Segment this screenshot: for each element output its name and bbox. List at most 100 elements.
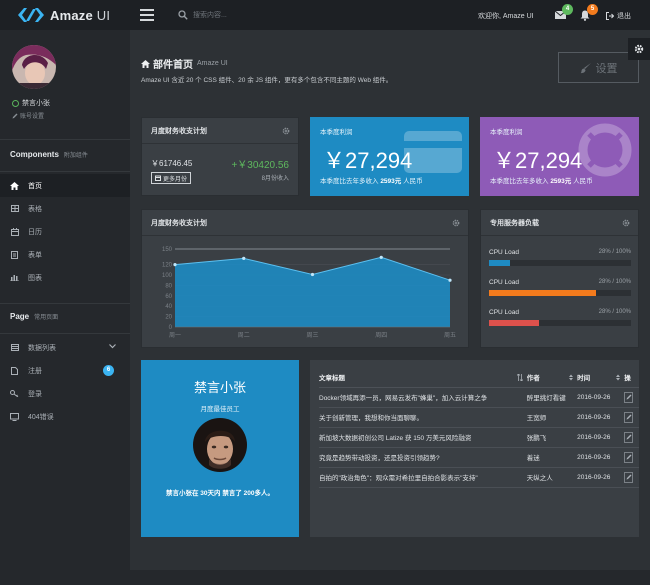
article-title-cell: 关于创新管理，我想和你当面聊聊。: [319, 407, 527, 428]
data-point: [448, 278, 452, 282]
article-title-cell: 自拍的"政治角色"：观众需对希拉里自拍合影表示"支持": [319, 467, 527, 488]
sidebar-item-chart[interactable]: 图表: [0, 266, 130, 289]
data-point: [173, 263, 177, 267]
menu-toggle-icon[interactable]: [140, 9, 154, 21]
table-row[interactable]: 究竟是趋势带动投资，还是投资引领趋势? 着迷 2016-09-26: [319, 447, 639, 468]
article-author-cell: 醉里挑灯看键: [526, 387, 578, 408]
profile-name: 禁言小张: [193, 380, 246, 395]
y-tick-label: 0: [169, 325, 173, 331]
article-actions-cell: [624, 407, 639, 428]
column-header-author[interactable]: 作者: [526, 367, 578, 388]
sort-icon: [516, 374, 523, 381]
gear-icon[interactable]: [282, 127, 290, 135]
logout-button[interactable]: 退出: [606, 11, 631, 21]
cpu-load-row: CPU Load 28% / 100%: [489, 279, 631, 296]
mail-button[interactable]: 4: [554, 4, 573, 21]
table-row[interactable]: 新加坡大数据初创公司 Latize 获 150 万美元风险融资 张鹏飞 2016-0…: [319, 427, 639, 448]
y-tick-label: 20: [165, 315, 172, 321]
article-actions-cell: [624, 427, 639, 448]
finance-panel-title: 月度财务收支计划: [142, 118, 298, 144]
edit-button[interactable]: [624, 391, 634, 403]
column-header-title[interactable]: 文章标题: [319, 367, 527, 388]
data-point: [379, 255, 383, 259]
sidebar-item-calendar[interactable]: 日历: [0, 220, 130, 243]
pencil-icon: [626, 474, 632, 480]
sort-icon: [616, 374, 621, 381]
x-tick-label: 周五: [444, 332, 456, 339]
server-panel-title: 专用服务器负载: [481, 210, 638, 236]
edit-button[interactable]: [624, 411, 634, 423]
data-point: [310, 272, 315, 277]
key-icon: [10, 389, 19, 398]
edit-button[interactable]: [624, 471, 634, 483]
avatar[interactable]: [12, 45, 56, 89]
calendar-icon: [155, 175, 161, 181]
page-title: 部件首页 Amaze UI: [141, 56, 228, 71]
sidebar-item-404[interactable]: 404错误: [0, 405, 130, 428]
column-header-time[interactable]: 时间: [577, 367, 625, 388]
notification-button[interactable]: 5: [580, 4, 598, 21]
sidebar-item-form[interactable]: 表单: [0, 243, 130, 266]
article-author-cell: 张鹏飞: [526, 427, 578, 448]
calendar-icon: [10, 227, 19, 236]
register-badge: 6: [103, 365, 114, 376]
article-title-cell: 究竟是趋势带动投资，还是投资引领趋势?: [319, 447, 527, 468]
articles-table: 文章标题 作者 时间 操 Docker领域再添一员，网易云发布"蜂巢"，加入云计…: [319, 367, 639, 488]
settings-button[interactable]: 设置: [558, 52, 639, 83]
sidebar-item-data-list[interactable]: 数据列表: [0, 336, 130, 359]
account-settings-link[interactable]: 账号设置: [12, 111, 44, 120]
top-bar: Amaze UI 欢迎你, Amaze UI 4 5 退出: [0, 0, 650, 30]
article-author-cell: 天纵之人: [526, 467, 578, 488]
x-tick-label: 周三: [306, 332, 318, 339]
gear-icon: [634, 44, 644, 54]
sidebar-item-table[interactable]: 表格: [0, 197, 130, 220]
y-tick-label: 60: [165, 294, 172, 300]
amaze-logo-icon: [18, 8, 44, 22]
x-tick-label: 周四: [375, 332, 387, 339]
sidebar-divider: [0, 333, 130, 334]
logout-icon: [606, 12, 614, 20]
sidebar-item-login[interactable]: 登录: [0, 382, 130, 405]
logo[interactable]: Amaze UI: [18, 6, 110, 24]
online-status-icon: [12, 99, 19, 107]
cpu-progress-fill: [489, 320, 539, 326]
sidebar-item-home[interactable]: 首页: [0, 174, 130, 197]
profit-value: ￥27,294: [323, 148, 413, 173]
table-row[interactable]: 自拍的"政治角色"：观众需对希拉里自拍合影表示"支持" 天纵之人 2016-09-2…: [319, 467, 639, 488]
pencil-icon: [626, 434, 632, 440]
sidebar-section-components: Components 附加组件: [10, 150, 88, 159]
table-row[interactable]: Docker领域再添一员，网易云发布"蜂巢"，加入云计算之争 醉里挑灯看键 2016…: [319, 387, 639, 408]
sidebar-item-register[interactable]: 注册 6: [0, 359, 130, 382]
cpu-progress-fill: [489, 290, 596, 296]
profit-stat-card-blue: 本季度利润 ￥27,294 本季度比去年多收入 2593元 人民币: [310, 117, 469, 196]
profile-photo[interactable]: [193, 418, 247, 472]
footer-band: [130, 570, 650, 585]
edit-button[interactable]: [624, 431, 634, 443]
search-input[interactable]: [193, 8, 363, 22]
article-time-cell: 2016-09-26: [577, 467, 625, 488]
cpu-progress-bar: [489, 260, 631, 266]
home-icon: [141, 59, 150, 68]
sidebar: 禁言小张 账号设置 Components 附加组件 首页 表格 日历 表单 图表 …: [0, 30, 130, 585]
home-icon: [10, 181, 19, 190]
edit-button[interactable]: [624, 451, 634, 463]
profit-value: ￥27,294: [493, 148, 583, 173]
sidebar-user-name[interactable]: 禁言小张: [12, 98, 50, 108]
article-time-cell: 2016-09-26: [577, 387, 625, 408]
article-actions-cell: [624, 447, 639, 468]
article-title-cell: 新加坡大数据初创公司 Latize 获 150 万美元风险融资: [319, 427, 527, 448]
table-row[interactable]: 关于创新管理，我想和你当面聊聊。 王宽师 2016-09-26: [319, 407, 639, 428]
theme-settings-toggle[interactable]: [628, 38, 650, 60]
data-point: [242, 256, 246, 260]
gear-icon[interactable]: [622, 219, 630, 227]
sidebar-divider: [0, 171, 130, 172]
article-author-cell: 着迷: [526, 447, 578, 468]
cpu-progress-bar: [489, 290, 631, 296]
monitor-icon: [10, 412, 19, 421]
x-tick-label: 周一: [169, 332, 181, 339]
column-header-actions: 操: [624, 367, 639, 388]
article-time-cell: 2016-09-26: [577, 427, 625, 448]
profile-bio: 禁言小张在 30天内 禁言了 200多人。: [166, 490, 274, 497]
x-tick-label: 周二: [238, 332, 250, 339]
more-months-button[interactable]: 更多月份: [151, 172, 192, 184]
